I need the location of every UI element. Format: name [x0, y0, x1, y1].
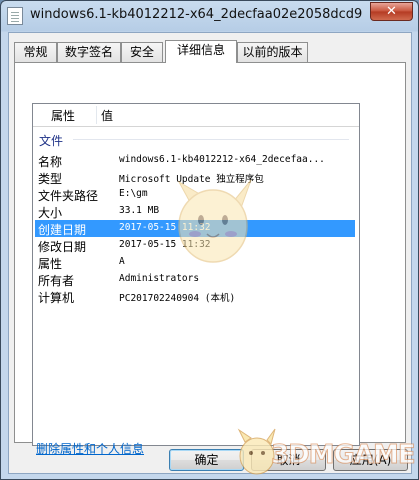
property-name: 所有者: [38, 274, 75, 288]
tab-general[interactable]: 常规: [14, 42, 57, 62]
mascot-watermark-icon: [177, 179, 252, 263]
close-button[interactable]: ✕: [370, 2, 413, 21]
property-value: PC201702240904 (本机): [119, 293, 236, 304]
property-name: 文件夹路径: [38, 189, 99, 203]
property-name: 计算机: [38, 291, 75, 305]
property-name: 类型: [38, 172, 63, 186]
tab-previous-versions[interactable]: 以前的版本: [237, 42, 308, 62]
list-item-name[interactable]: 名称 windows6.1-kb4012212-x64_2decefaa...: [35, 152, 355, 169]
property-name: 修改日期: [38, 240, 87, 254]
title-bar[interactable]: windows6.1-kb4012212-x64_2decfaa02e2058d…: [1, 1, 418, 31]
list-item-computer[interactable]: 计算机 PC201702240904 (本机): [35, 288, 355, 305]
remove-properties-link[interactable]: 删除属性和个人信息: [36, 440, 144, 457]
property-name: 大小: [38, 206, 63, 220]
details-list[interactable]: 属性 值 文件 名称 windows6.1-kb4012212-x64_2dec…: [32, 103, 360, 446]
watermark-text: 3DMGAME: [271, 440, 417, 471]
group-label: 文件: [39, 134, 64, 148]
group-divider: [73, 139, 349, 140]
property-name: 名称: [38, 155, 63, 169]
list-item-owner[interactable]: 所有者 Administrators: [35, 271, 355, 288]
group-file: 文件: [39, 132, 349, 148]
tab-security[interactable]: 安全: [121, 42, 163, 62]
file-icon: [7, 7, 23, 25]
watermark: 3DMGAME: [233, 426, 418, 478]
properties-dialog: windows6.1-kb4012212-x64_2decfaa02e2058d…: [0, 0, 419, 480]
column-property[interactable]: 属性: [51, 107, 75, 124]
list-header: 属性 值: [33, 104, 359, 127]
window-title: windows6.1-kb4012212-x64_2decfaa02e2058d…: [30, 7, 362, 22]
column-value[interactable]: 值: [101, 107, 113, 124]
tab-digital-signatures[interactable]: 数字签名: [57, 42, 121, 62]
column-divider[interactable]: [96, 106, 97, 124]
property-value: windows6.1-kb4012212-x64_2decefaa...: [119, 154, 325, 165]
tab-details[interactable]: 详细信息: [165, 40, 237, 63]
property-name: 创建日期: [38, 223, 87, 237]
property-name: 属性: [38, 257, 63, 271]
property-value: Administrators: [119, 273, 200, 284]
